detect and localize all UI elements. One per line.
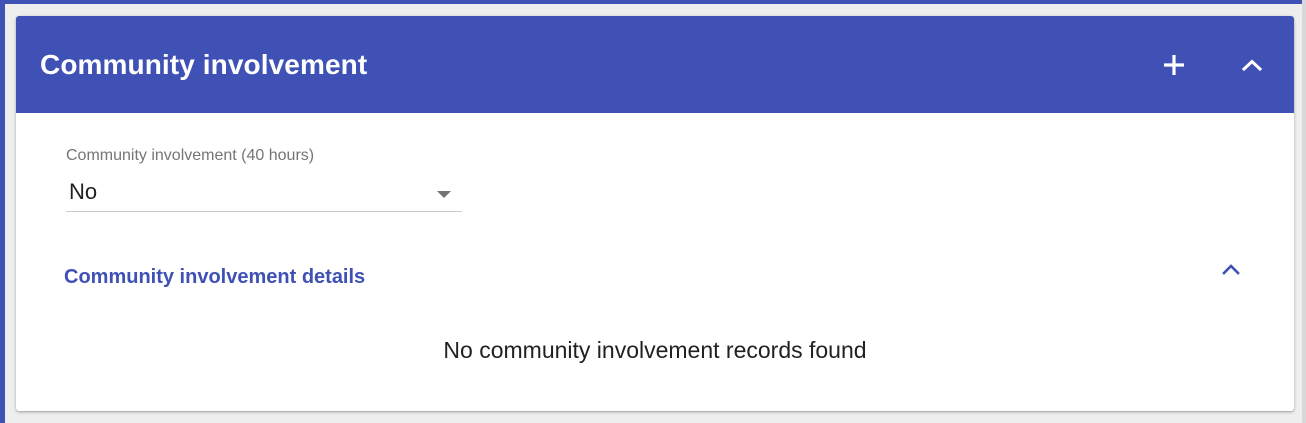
add-record-button[interactable] [1152,43,1196,87]
dropdown-caret-icon [436,186,452,204]
community-hours-selected-value: No [69,179,98,204]
chevron-up-icon [1221,262,1241,280]
window-frame-left [0,0,5,423]
window-frame-right [1302,0,1306,423]
panel-header: Community involvement [16,16,1294,113]
panel-title: Community involvement [40,49,368,80]
collapse-panel-button[interactable] [1230,43,1274,87]
community-hours-select[interactable]: No [66,174,462,212]
details-section-title[interactable]: Community involvement details [64,265,365,289]
details-collapse-button[interactable] [1216,256,1246,286]
community-involvement-panel: Community involvement Community involvem… [16,16,1294,411]
plus-icon [1161,52,1187,78]
chevron-up-icon [1241,58,1263,72]
community-hours-label: Community involvement (40 hours) [66,147,315,164]
empty-records-message: No community involvement records found [443,337,867,363]
window-frame-top [0,0,1306,4]
